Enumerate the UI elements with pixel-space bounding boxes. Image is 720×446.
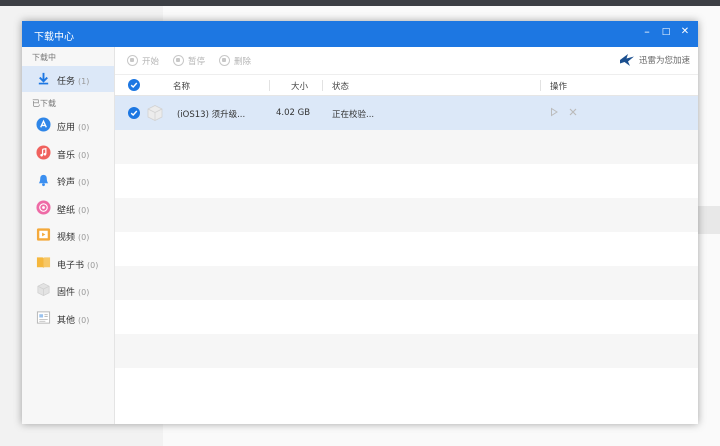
empty-row xyxy=(115,164,698,198)
title-bar[interactable]: 下载中心 – □ ✕ xyxy=(22,21,698,47)
empty-row xyxy=(115,368,698,402)
empty-row xyxy=(115,198,698,232)
sidebar-item-firmware[interactable]: 固件 (0) xyxy=(22,277,114,303)
remove-icon[interactable] xyxy=(568,107,578,117)
task-list: (iOS13) 须升级... 4.02 GB 正在校验... xyxy=(115,96,698,424)
toolbar: 开始 暂停 删除 迅雷为您加速 xyxy=(115,47,698,74)
sidebar-item-other[interactable]: 其他 (0) xyxy=(22,305,114,331)
row-size: 4.02 GB xyxy=(276,108,311,118)
delete-icon xyxy=(219,55,230,66)
sidebar-item-label: 固件 (0) xyxy=(57,288,90,298)
sidebar-item-ebooks[interactable]: 电子书 (0) xyxy=(22,250,114,276)
download-arrow-icon xyxy=(38,72,49,85)
sidebar-item-label: 铃声 (0) xyxy=(57,178,90,188)
sidebar-item-label: 视频 (0) xyxy=(57,233,90,243)
empty-row xyxy=(115,232,698,266)
bell-icon xyxy=(38,174,49,187)
select-all-checkbox[interactable] xyxy=(128,79,140,91)
column-divider xyxy=(540,80,541,91)
sidebar-item-videos[interactable]: 视频 (0) xyxy=(22,222,114,248)
sidebar-item-label: 应用 (0) xyxy=(57,123,90,133)
column-divider xyxy=(269,80,270,91)
sidebar-item-label: 任务 (1) xyxy=(57,77,90,87)
minimize-button[interactable]: – xyxy=(639,23,655,41)
maximize-button[interactable]: □ xyxy=(658,23,674,41)
row-name: (iOS13) 须升级... xyxy=(177,110,246,120)
wallpaper-icon xyxy=(36,200,51,215)
empty-row xyxy=(115,266,698,300)
sidebar-item-label: 电子书 (0) xyxy=(57,261,99,271)
sidebar-item-wallpapers[interactable]: 壁纸 (0) xyxy=(22,195,114,221)
ebook-icon xyxy=(36,257,51,269)
pause-icon xyxy=(173,55,184,66)
table-row[interactable]: (iOS13) 须升级... 4.02 GB 正在校验... xyxy=(115,96,698,130)
section-downloaded: 已下载 xyxy=(32,99,56,108)
row-status: 正在校验... xyxy=(332,110,375,120)
column-header-action: 操作 xyxy=(550,82,568,92)
empty-row xyxy=(115,130,698,164)
window-title: 下载中心 xyxy=(34,32,74,43)
delete-button[interactable]: 删除 xyxy=(219,55,251,67)
thunder-bird-icon xyxy=(619,54,634,66)
empty-row xyxy=(115,334,698,368)
accelerate-button[interactable]: 迅雷为您加速 xyxy=(619,53,690,67)
firmware-package-icon xyxy=(147,105,163,121)
task-panel: 开始 暂停 删除 迅雷为您加速 名称 大小 状态 操作 (iOS13) 须升级.… xyxy=(115,47,698,424)
firmware-box-icon xyxy=(37,282,50,297)
sidebar-item-label: 其他 (0) xyxy=(57,316,90,326)
empty-row xyxy=(115,300,698,334)
sidebar-item-music[interactable]: 音乐 (0) xyxy=(22,140,114,166)
app-store-icon xyxy=(36,117,51,132)
row-checkbox[interactable] xyxy=(128,107,140,119)
column-divider xyxy=(322,80,323,91)
download-center-dialog: 下载中心 – □ ✕ 下载中 任务 (1) 已下载 应用 (0) 音乐 (0) … xyxy=(22,21,698,424)
sidebar: 下载中 任务 (1) 已下载 应用 (0) 音乐 (0) 铃声 (0) 壁纸 (… xyxy=(22,47,115,424)
table-header: 名称 大小 状态 操作 xyxy=(115,74,698,96)
sidebar-item-ringtones[interactable]: 铃声 (0) xyxy=(22,167,114,193)
close-button[interactable]: ✕ xyxy=(677,23,693,41)
start-icon xyxy=(127,55,138,66)
background-app-strip xyxy=(698,206,720,234)
sidebar-item-apps[interactable]: 应用 (0) xyxy=(22,112,114,138)
start-button[interactable]: 开始 xyxy=(127,55,159,67)
pause-button[interactable]: 暂停 xyxy=(173,55,205,67)
sidebar-item-label: 壁纸 (0) xyxy=(57,206,90,216)
video-icon xyxy=(36,228,51,241)
sidebar-item-tasks[interactable]: 任务 (1) xyxy=(22,66,114,92)
music-note-icon xyxy=(36,145,51,160)
column-header-name[interactable]: 名称 xyxy=(173,80,190,92)
column-header-status[interactable]: 状态 xyxy=(332,80,349,92)
play-icon[interactable] xyxy=(549,107,559,117)
sidebar-item-label: 音乐 (0) xyxy=(57,151,90,161)
column-header-size[interactable]: 大小 xyxy=(291,80,308,92)
checkmark-icon xyxy=(130,82,138,88)
other-file-icon xyxy=(36,311,51,324)
checkmark-icon xyxy=(130,110,138,116)
section-downloading: 下载中 xyxy=(32,53,56,62)
